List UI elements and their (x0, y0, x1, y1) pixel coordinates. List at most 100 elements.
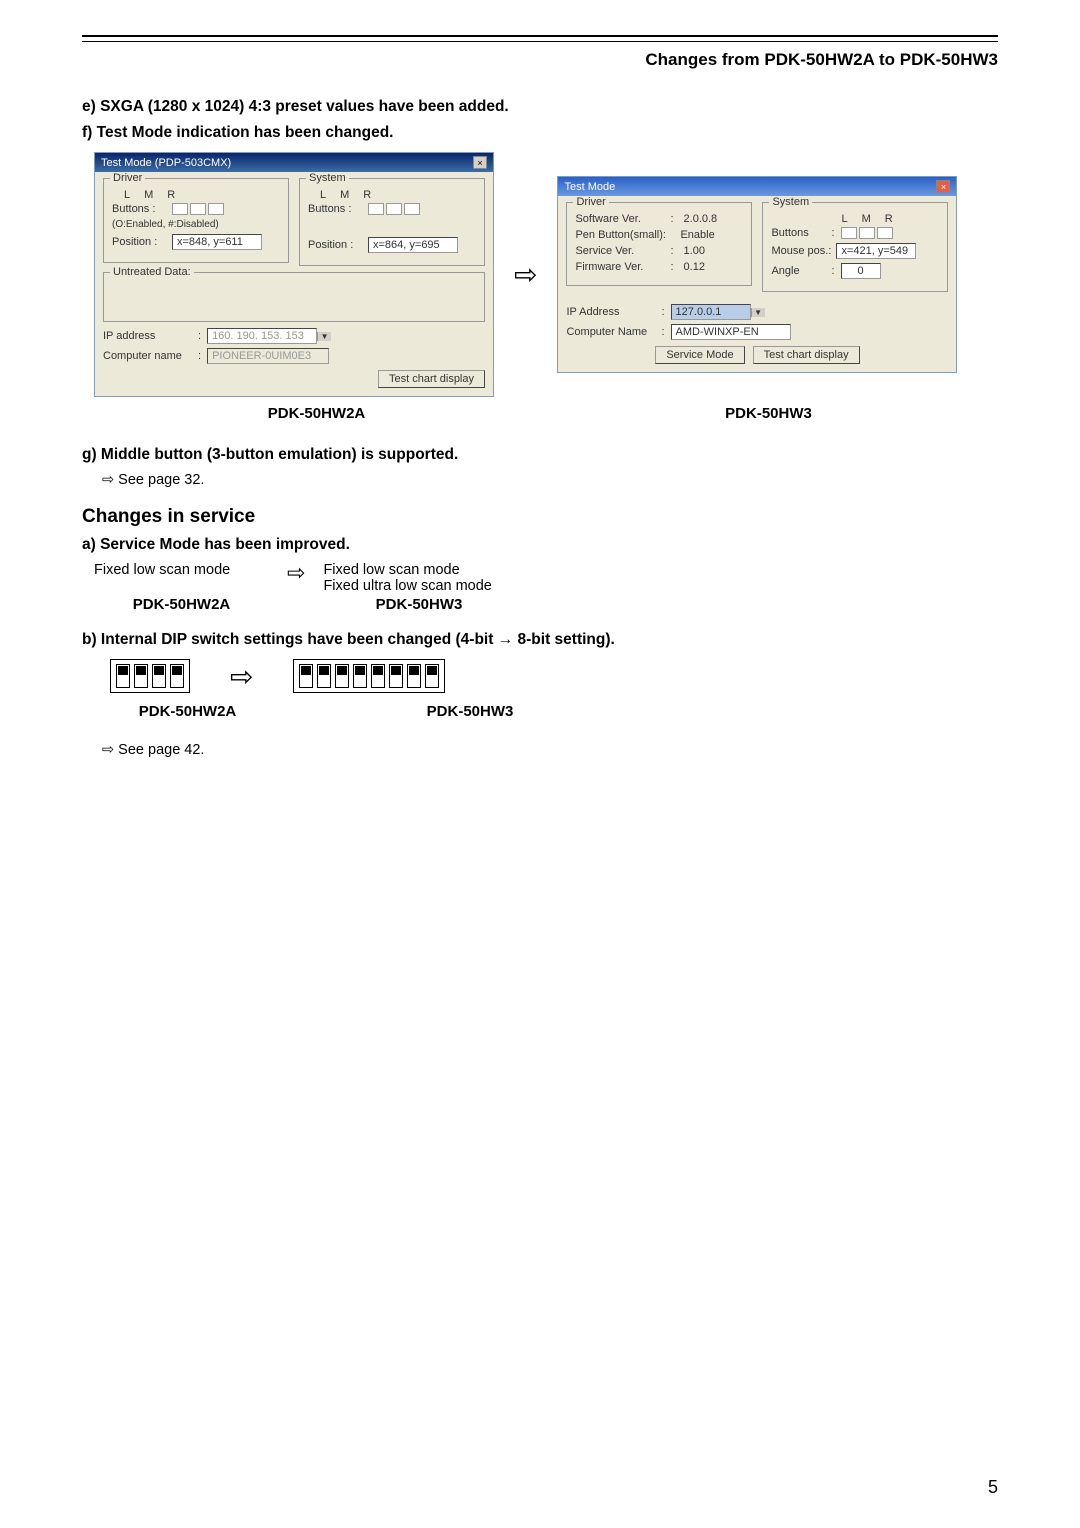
dip-cap-right: PDK-50HW3 (365, 703, 575, 720)
driver-legend: Driver (573, 196, 608, 208)
dip-4bit (110, 659, 190, 693)
button-box-m (859, 227, 875, 239)
header-rule-thin (82, 41, 998, 42)
dip-switch-icon (371, 664, 385, 688)
page-header-title: Changes from PDK-50HW2A to PDK-50HW3 (82, 50, 998, 70)
dip-switch-icon (170, 664, 184, 688)
dip-switch-icon (389, 664, 403, 688)
service-ver-label: Service Ver. (575, 245, 670, 257)
dip-switch-icon (407, 664, 421, 688)
see-page-42: ⇨ See page 42. (102, 742, 998, 758)
arrow-right-icon: ⇨ (230, 660, 253, 693)
pen-button-value: Enable (680, 229, 714, 241)
mouse-pos-value: x=421, y=549 (836, 243, 916, 259)
dip-switch-icon (425, 664, 439, 688)
system-fieldset: System L M R Buttons: (762, 202, 948, 292)
ip-label: IP Address (566, 306, 661, 318)
lmr-r: R (885, 213, 893, 225)
software-ver-value: 2.0.0.8 (684, 213, 718, 225)
item-f: f) Test Mode indication has been changed… (82, 124, 998, 142)
ip-address-input[interactable]: 160. 190. 153. 153 (207, 328, 317, 344)
button-box-r (404, 203, 420, 215)
dip-switch-icon (116, 664, 130, 688)
see-page-32: ⇨ See page 32. (102, 472, 998, 488)
untreated-fieldset: Untreated Data: (103, 272, 485, 322)
angle-label: Angle (771, 265, 831, 277)
button-box-m (386, 203, 402, 215)
test-mode-dialog-new: Test Mode × Driver Software Ver.:2.0.0.8… (557, 176, 957, 373)
mouse-pos-label: Mouse pos.: (771, 245, 836, 257)
lmr-l: L (841, 213, 847, 225)
item-e: e) SXGA (1280 x 1024) 4:3 preset values … (82, 98, 998, 116)
untreated-legend: Untreated Data: (110, 266, 194, 278)
button-box-l (841, 227, 857, 239)
dialog-title-text: Test Mode (PDP-503CMX) (101, 157, 231, 169)
driver-legend: Driver (110, 172, 145, 184)
scan-cap-left: PDK-50HW2A (94, 596, 269, 613)
button-box-m (190, 203, 206, 215)
software-ver-label: Software Ver. (575, 213, 670, 225)
test-chart-button[interactable]: Test chart display (378, 370, 485, 388)
position-label: Position : (308, 239, 368, 251)
dip-8bit (293, 659, 445, 693)
buttons-label: Buttons (771, 227, 831, 239)
ip-address-input[interactable]: 127.0.0.1 (671, 304, 751, 320)
lmr-m: M (862, 213, 871, 225)
ip-label: IP address (103, 330, 198, 342)
computer-name-label: Computer Name (566, 326, 661, 338)
header-rule-thick (82, 35, 998, 37)
page-number: 5 (988, 1477, 998, 1498)
computer-name-input: PIONEER-0UIM0E3 (207, 348, 329, 364)
dip-switch-icon (299, 664, 313, 688)
caption-left: PDK-50HW2A (94, 405, 539, 422)
buttons-label: Buttons : (308, 203, 368, 215)
chevron-down-icon[interactable]: ▼ (751, 308, 765, 317)
dip-switch-icon (353, 664, 367, 688)
close-icon[interactable]: × (473, 156, 487, 169)
angle-value: 0 (841, 263, 881, 279)
firmware-ver-value: 0.12 (684, 261, 705, 273)
dip-switch-icon (152, 664, 166, 688)
lmr-m: M (340, 189, 349, 201)
arrow-right-icon: ⇨ (514, 258, 537, 291)
test-mode-dialog-old: Test Mode (PDP-503CMX) × Driver L M R Bu… (94, 152, 494, 397)
enabled-note: (O:Enabled, #:Disabled) (112, 219, 280, 230)
dialog-title-text: Test Mode (564, 181, 615, 193)
arrow-right-icon: ⇨ (287, 560, 305, 586)
system-position-value: x=864, y=695 (368, 237, 458, 253)
dip-switch-icon (317, 664, 331, 688)
lmr-m: M (144, 189, 153, 201)
system-legend: System (306, 172, 349, 184)
lmr-l: L (124, 189, 130, 201)
dialog-titlebar: Test Mode (PDP-503CMX) × (95, 153, 493, 172)
changes-in-service-heading: Changes in service (82, 506, 998, 528)
driver-fieldset: Driver Software Ver.:2.0.0.8 Pen Button(… (566, 202, 752, 286)
close-icon[interactable]: × (936, 180, 950, 193)
dip-cap-left: PDK-50HW2A (110, 703, 265, 720)
firmware-ver-label: Firmware Ver. (575, 261, 670, 273)
computer-name-input[interactable]: AMD-WINXP-EN (671, 324, 791, 340)
button-box-r (208, 203, 224, 215)
position-label: Position : (112, 236, 172, 248)
button-box-l (368, 203, 384, 215)
dip-switch-icon (134, 664, 148, 688)
system-legend: System (769, 196, 812, 208)
driver-position-value: x=848, y=611 (172, 234, 262, 250)
test-chart-button[interactable]: Test chart display (753, 346, 860, 364)
service-item-a: a) Service Mode has been improved. (82, 536, 998, 554)
scan-cap-right: PDK-50HW3 (309, 596, 529, 613)
service-mode-button[interactable]: Service Mode (655, 346, 744, 364)
buttons-label: Buttons : (112, 203, 172, 215)
driver-fieldset: Driver L M R Buttons : (O:Enabled, (103, 178, 289, 263)
scan-mode-right-2: Fixed ultra low scan mode (323, 578, 491, 594)
computer-name-label: Computer name (103, 350, 198, 362)
scan-mode-right-1: Fixed low scan mode (323, 562, 491, 578)
lmr-r: R (363, 189, 371, 201)
chevron-down-icon[interactable]: ▼ (317, 332, 331, 341)
system-fieldset: System L M R Buttons : (299, 178, 485, 266)
pen-button-label: Pen Button(small): (575, 229, 670, 241)
item-g: g) Middle button (3-button emulation) is… (82, 446, 998, 464)
service-item-b: b) Internal DIP switch settings have bee… (82, 631, 998, 649)
scan-mode-left: Fixed low scan mode (94, 562, 269, 578)
button-box-r (877, 227, 893, 239)
